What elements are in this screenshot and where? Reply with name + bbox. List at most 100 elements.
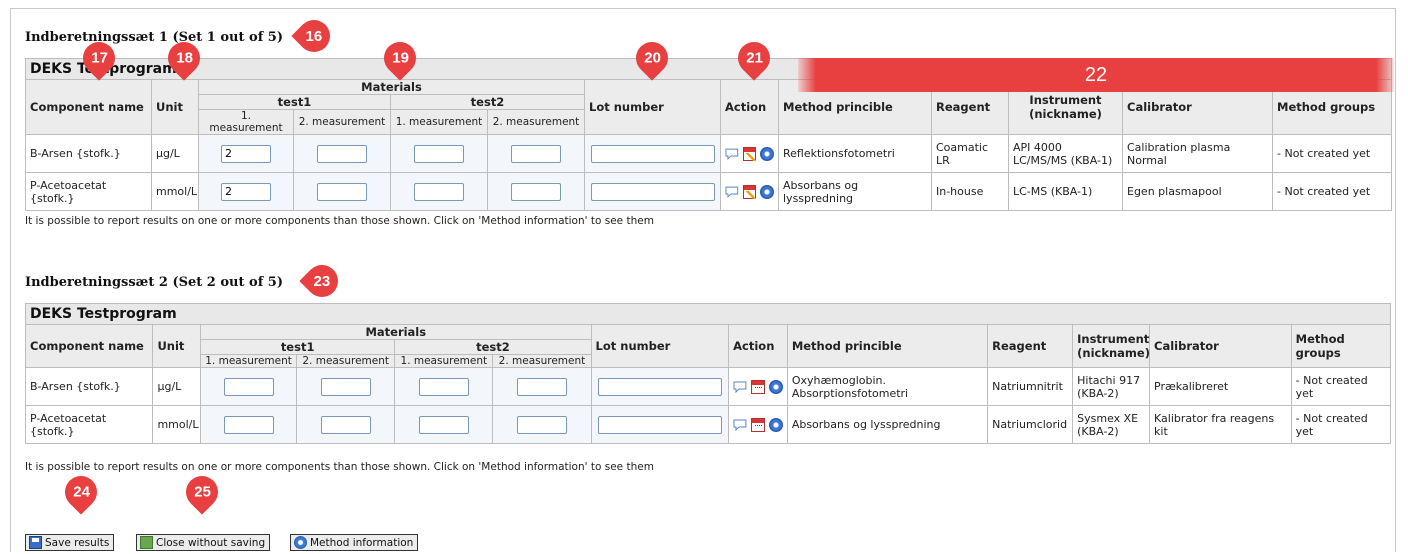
save-icon bbox=[29, 536, 42, 549]
measurement-input[interactable] bbox=[414, 182, 464, 201]
gear-icon[interactable] bbox=[760, 146, 775, 161]
comment-icon[interactable] bbox=[725, 186, 739, 198]
method-groups: - Not created yet bbox=[1290, 405, 1392, 444]
col-measurement-1: 1. measurement bbox=[198, 109, 294, 135]
lot-number-input[interactable] bbox=[597, 377, 722, 396]
instrument: Sysmex XE (KBA-2) bbox=[1072, 405, 1151, 444]
gear-icon[interactable] bbox=[760, 184, 775, 199]
measurement-input[interactable] bbox=[317, 144, 367, 163]
col-measurement-2: 2. measurement bbox=[296, 354, 396, 368]
cell-m1 bbox=[198, 134, 294, 173]
measurement-input[interactable] bbox=[223, 415, 274, 434]
method-information-button[interactable]: Method information bbox=[290, 534, 419, 551]
lot-number-input[interactable] bbox=[590, 144, 715, 163]
cell-m1 bbox=[200, 367, 298, 406]
cell-m1 bbox=[198, 172, 294, 211]
cell-action bbox=[720, 172, 779, 211]
method-groups: - Not created yet bbox=[1271, 134, 1393, 173]
calendar-edit-icon[interactable] bbox=[742, 146, 757, 161]
button-label: Method information bbox=[310, 536, 414, 549]
col-groups: Method groups bbox=[1290, 324, 1392, 368]
measurement-input[interactable] bbox=[317, 182, 367, 201]
cell-m3 bbox=[394, 405, 494, 444]
component-name: B-Arsen {stofk.} bbox=[25, 134, 152, 173]
component-name: P-Acetoacetat {stofk.} bbox=[25, 172, 152, 211]
unit: mmol/L bbox=[152, 405, 202, 444]
gear-icon[interactable] bbox=[768, 417, 783, 432]
col-measurement-2: 2. measurement bbox=[293, 109, 391, 135]
reagent: Natriumclorid bbox=[987, 405, 1074, 444]
col-test1: test1 bbox=[198, 94, 391, 110]
col-lot: Lot number bbox=[584, 79, 721, 135]
instrument: LC-MS (KBA-1) bbox=[1008, 172, 1123, 211]
measurement-input[interactable] bbox=[418, 415, 469, 434]
col-measurement-1: 1. measurement bbox=[394, 354, 494, 368]
lot-number-input[interactable] bbox=[590, 182, 715, 201]
measurement-input[interactable] bbox=[320, 415, 371, 434]
calendar-icon[interactable] bbox=[751, 379, 765, 394]
calendar-icon[interactable] bbox=[751, 417, 765, 432]
measurement-input[interactable] bbox=[223, 377, 274, 396]
comment-icon[interactable] bbox=[733, 381, 747, 393]
col-materials: Materials bbox=[198, 79, 585, 95]
cell-m4 bbox=[492, 405, 592, 444]
measurement-input[interactable] bbox=[221, 144, 271, 163]
cell-m2 bbox=[293, 134, 391, 173]
cell-action bbox=[720, 134, 779, 173]
close-without-saving-button[interactable]: Close without saving bbox=[136, 534, 271, 551]
cell-m4 bbox=[487, 134, 585, 173]
cell-lot bbox=[584, 172, 721, 211]
measurement-input[interactable] bbox=[414, 144, 464, 163]
col-test2: test2 bbox=[390, 94, 585, 110]
method-groups: - Not created yet bbox=[1271, 172, 1393, 211]
col-method: Method princible bbox=[786, 324, 989, 368]
cell-m3 bbox=[390, 172, 488, 211]
instrument: API 4000 LC/MS/MS (KBA-1) bbox=[1008, 134, 1123, 173]
table-row: P-Acetoacetat {stofk.} mmol/L Absorbans … bbox=[24, 405, 1392, 444]
col-instrument: Instrument (nickname) bbox=[1072, 324, 1151, 368]
measurement-input[interactable] bbox=[516, 415, 567, 434]
calibrator: Calibration plasma Normal bbox=[1122, 134, 1273, 173]
col-action: Action bbox=[720, 79, 779, 135]
col-measurement-1: 1. measurement bbox=[390, 109, 488, 135]
button-label: Close without saving bbox=[156, 536, 266, 549]
comment-icon[interactable] bbox=[725, 148, 739, 160]
col-measurement-2: 2. measurement bbox=[492, 354, 592, 368]
col-component: Component name bbox=[24, 324, 154, 368]
info-note: It is possible to report results on one … bbox=[25, 461, 654, 473]
measurement-input[interactable] bbox=[516, 377, 567, 396]
measurement-input[interactable] bbox=[511, 182, 561, 201]
set-1-title: Indberetningssæt 1 (Set 1 out of 5) bbox=[25, 30, 284, 45]
measurement-input[interactable] bbox=[418, 377, 469, 396]
table-row: B-Arsen {stofk.} µg/L Reflektionsfotomet… bbox=[25, 134, 1393, 173]
comment-icon[interactable] bbox=[733, 419, 747, 431]
unit: µg/L bbox=[152, 367, 202, 406]
unit: mmol/L bbox=[151, 172, 199, 211]
method-principle: Oxyhæmoglobin. Absorptionsfotometri bbox=[786, 367, 989, 406]
cell-action bbox=[728, 367, 788, 406]
set-2-table: DEKS Testprogram Component name Unit Mat… bbox=[24, 303, 1392, 444]
measurement-input[interactable] bbox=[221, 182, 271, 201]
table-row: B-Arsen {stofk.} µg/L Oxyhæmoglobin. Abs… bbox=[24, 367, 1392, 406]
gear-icon bbox=[294, 536, 307, 549]
cell-action bbox=[728, 405, 788, 444]
marker-22: 22 bbox=[798, 58, 1394, 92]
col-test1: test1 bbox=[200, 339, 396, 355]
lot-number-input[interactable] bbox=[597, 415, 722, 434]
cell-m2 bbox=[296, 405, 396, 444]
measurement-input[interactable] bbox=[320, 377, 371, 396]
col-action: Action bbox=[728, 324, 788, 368]
col-measurement-2: 2. measurement bbox=[487, 109, 585, 135]
save-results-button[interactable]: Save results bbox=[25, 534, 115, 551]
col-materials: Materials bbox=[200, 324, 592, 340]
component-name: B-Arsen {stofk.} bbox=[24, 367, 154, 406]
table-row: P-Acetoacetat {stofk.} mmol/L Absorbans … bbox=[25, 172, 1393, 211]
method-principle: Absorbans og lysspredning bbox=[786, 405, 989, 444]
calendar-edit-icon[interactable] bbox=[742, 184, 757, 199]
col-component: Component name bbox=[25, 79, 152, 135]
gear-icon[interactable] bbox=[768, 379, 783, 394]
col-measurement-1: 1. measurement bbox=[200, 354, 298, 368]
measurement-input[interactable] bbox=[511, 144, 561, 163]
method-principle: Reflektionsfotometri bbox=[778, 134, 932, 173]
col-unit: Unit bbox=[152, 324, 202, 368]
